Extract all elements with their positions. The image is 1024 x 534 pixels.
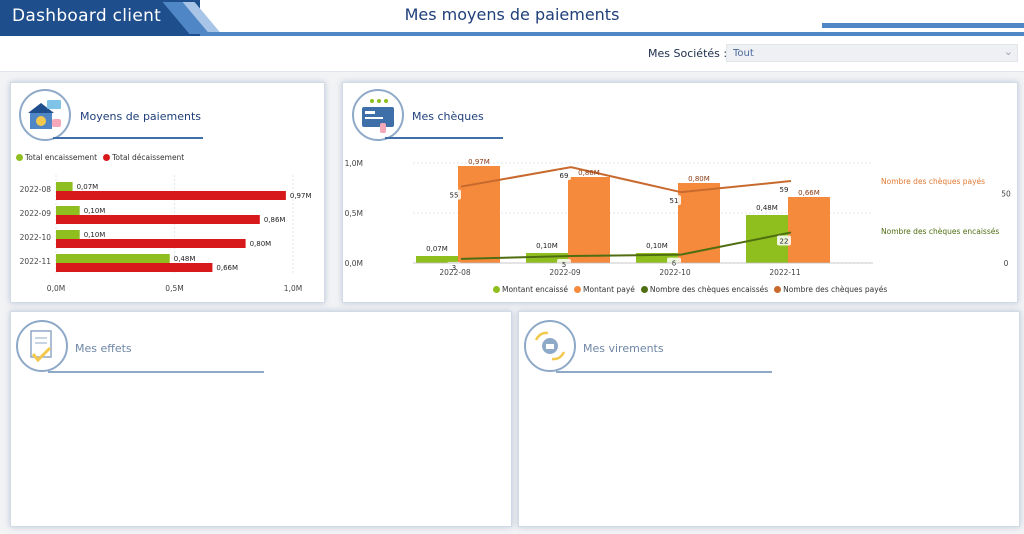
bar-chart-moyens: 0,07M 0,97M 0,10M 0,86M 0,10M 0,80M 0,48M 0,66M…	[20, 175, 312, 293]
panel-mes-effets: Mes effets	[10, 311, 512, 527]
data-label-decaissement: 0,86M	[264, 216, 286, 224]
right-label-payes: Nombre des chèques payés	[881, 177, 986, 186]
company-filter-dropdown[interactable]: Tout ⌄	[726, 44, 1018, 62]
bar-total-decaissement[interactable]	[56, 263, 213, 272]
line-nb-cheques-payes[interactable]	[460, 166, 792, 194]
bar-montant-paye[interactable]	[568, 177, 610, 263]
right-label-encaisses: Nombre des chèques encaissés	[881, 227, 1000, 236]
data-label-montant-paye: 0,80M	[688, 175, 710, 183]
y2-tick-label: 0	[1004, 259, 1009, 268]
bar-total-encaissement[interactable]	[56, 254, 170, 263]
panel-title-underline	[48, 371, 264, 373]
document-check-icon	[16, 320, 68, 372]
data-label-montant-paye: 0,97M	[468, 158, 490, 166]
bank-transfer-icon	[524, 320, 576, 372]
panel-title-virements: Mes virements	[583, 342, 664, 355]
legend-item-nb-payes[interactable]: Nombre des chèques payés	[774, 285, 887, 294]
company-filter-label: Mes Sociétés :	[648, 47, 728, 60]
data-label-montant-encaisse: 0,10M	[646, 242, 668, 250]
header-divider	[200, 32, 1024, 36]
data-label-decaissement: 0,97M	[290, 192, 312, 200]
data-label-decaissement: 0,80M	[250, 240, 272, 248]
data-label-montant-encaisse: 0,10M	[536, 242, 558, 250]
point-label: 55	[450, 192, 459, 200]
legend-item-montant-paye[interactable]: Montant payé	[574, 285, 635, 294]
y-category-label: 2022-10	[20, 233, 52, 242]
data-label-montant-paye: 0,66M	[798, 189, 820, 197]
x-category-label: 2022-09	[549, 268, 581, 277]
panel-moyens-paiements: Moyens de paiements Total encaissement T…	[10, 82, 325, 303]
panel-mes-cheques: Mes chèques 0,07M 0,97M 0,10M 0,86M 0,10M 0,8…	[342, 82, 1018, 303]
y-category-label: 2022-11	[20, 257, 52, 266]
x-category-label: 2022-10	[659, 268, 691, 277]
legend-item-montant-encaisse[interactable]: Montant encaissé	[493, 285, 568, 294]
header-bar: Dashboard client Mes moyens de paiements	[0, 0, 1024, 38]
x-category-label: 2022-11	[769, 268, 801, 277]
y-category-label: 2022-09	[20, 209, 52, 218]
x-tick-label: 0,5M	[165, 284, 183, 293]
y-category-label: 2022-08	[20, 185, 52, 194]
point-label: 59	[780, 186, 789, 194]
legend-item-nb-encaisses[interactable]: Nombre des chèques encaissés	[640, 285, 768, 294]
bar-total-decaissement[interactable]	[56, 239, 246, 248]
bar-total-encaissement[interactable]	[56, 182, 73, 191]
point-label: 22	[780, 237, 789, 245]
data-label-montant-encaisse: 0,07M	[426, 245, 448, 253]
filter-bar: Mes Sociétés : Tout ⌄	[0, 38, 1024, 72]
bar-total-encaissement[interactable]	[56, 206, 80, 215]
page-title: Mes moyens de paiements	[404, 5, 620, 24]
bar-total-decaissement[interactable]	[56, 215, 260, 224]
data-label-montant-paye: 0,86M	[578, 169, 600, 177]
point-label: 6	[672, 260, 677, 268]
data-label-montant-encaisse: 0,48M	[756, 204, 778, 212]
combo-chart-cheques: 0,07M 0,97M 0,10M 0,86M 0,10M 0,80M 0,48M 0,66M…	[345, 158, 1011, 277]
point-label: 51	[670, 197, 679, 205]
data-label-encaissement: 0,10M	[84, 207, 106, 215]
company-filter-value: Tout	[733, 48, 754, 59]
x-tick-label: 0,0M	[47, 284, 65, 293]
data-label-encaissement: 0,07M	[77, 183, 99, 191]
data-label-encaissement: 0,10M	[84, 231, 106, 239]
y2-tick-label: 50	[1001, 190, 1011, 199]
point-label: 69	[560, 172, 569, 180]
x-tick-label: 1,0M	[284, 284, 302, 293]
panel-title-effets: Mes effets	[75, 342, 132, 355]
chevron-down-icon: ⌄	[1003, 45, 1013, 58]
line-nb-cheques-encaisses[interactable]	[460, 231, 792, 260]
bar-montant-paye[interactable]	[788, 197, 830, 263]
chart-legend: Montant encaissé Montant payé Nombre des…	[493, 285, 887, 294]
panel-title-underline	[556, 371, 772, 373]
y-tick-label: 0,5M	[345, 209, 363, 218]
bar-total-decaissement[interactable]	[56, 191, 286, 200]
bar-total-encaissement[interactable]	[56, 230, 80, 239]
data-label-decaissement: 0,66M	[216, 264, 238, 272]
data-label-encaissement: 0,48M	[174, 255, 196, 263]
y-tick-label: 0,0M	[345, 259, 363, 268]
panel-mes-virements: Mes virements	[518, 311, 1020, 527]
y-tick-label: 1,0M	[345, 159, 363, 168]
x-category-label: 2022-08	[439, 268, 471, 277]
